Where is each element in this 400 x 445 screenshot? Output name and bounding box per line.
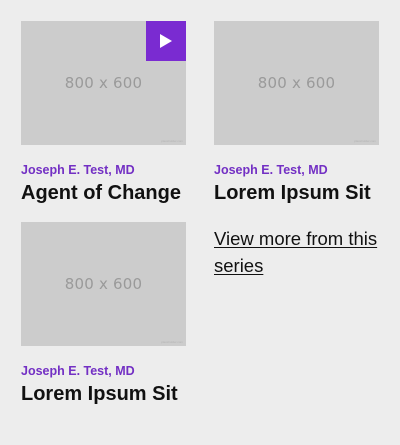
video-thumbnail[interactable]: 800 x 600 placeholder.com xyxy=(21,21,186,145)
video-card[interactable]: 800 x 600 placeholder.com Joseph E. Test… xyxy=(214,21,379,205)
author-name[interactable]: Joseph E. Test, MD xyxy=(21,364,186,379)
view-more-series-link[interactable]: View more from this series xyxy=(214,225,384,279)
thumbnail-credit: placeholder.com xyxy=(354,139,376,143)
video-title[interactable]: Agent of Change xyxy=(21,181,186,205)
video-thumbnail[interactable]: 800 x 600 placeholder.com xyxy=(214,21,379,145)
thumbnail-credit: placeholder.com xyxy=(161,340,183,344)
thumbnail-placeholder-label: 800 x 600 xyxy=(257,74,336,92)
video-thumbnail[interactable]: 800 x 600 placeholder.com xyxy=(21,222,186,346)
author-name[interactable]: Joseph E. Test, MD xyxy=(21,163,186,178)
video-card[interactable]: 800 x 600 placeholder.com Joseph E. Test… xyxy=(21,222,186,406)
thumbnail-credit: placeholder.com xyxy=(161,139,183,143)
thumbnail-placeholder-label: 800 x 600 xyxy=(64,275,143,293)
video-card[interactable]: 800 x 600 placeholder.com Joseph E. Test… xyxy=(21,21,186,205)
thumbnail-placeholder-label: 800 x 600 xyxy=(64,74,143,92)
play-icon xyxy=(160,34,172,48)
video-title[interactable]: Lorem Ipsum Sit xyxy=(214,181,379,205)
video-title[interactable]: Lorem Ipsum Sit xyxy=(21,382,186,406)
author-name[interactable]: Joseph E. Test, MD xyxy=(214,163,379,178)
play-button[interactable] xyxy=(146,21,186,61)
